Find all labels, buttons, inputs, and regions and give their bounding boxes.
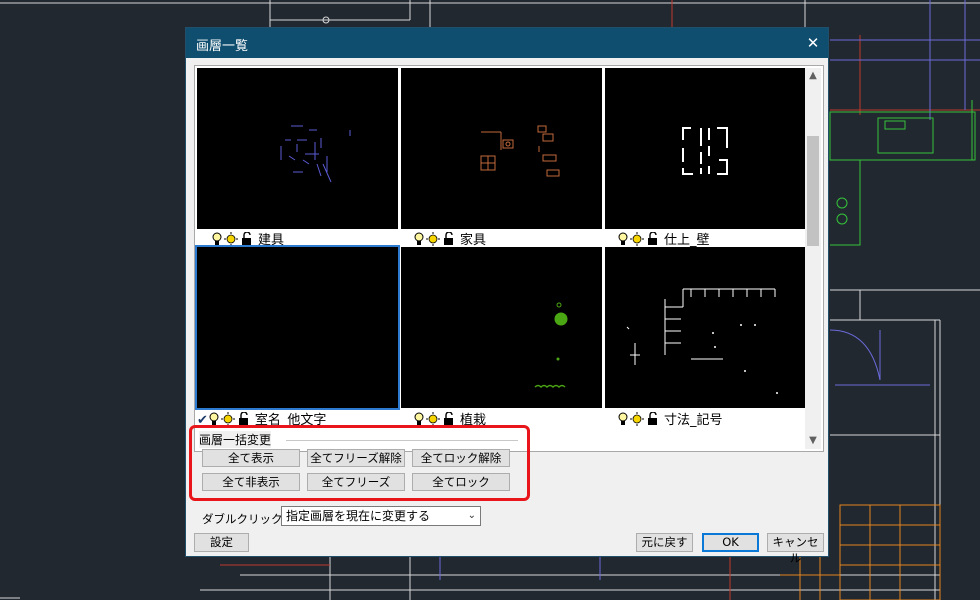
layer-list-dialog: 画層一覧 ✕ 建具 家具 仕上_壁 ✔ 室名_他文字 植栽 寸法_記号 ▲ ▼ …	[185, 27, 829, 565]
bulb-icon	[212, 232, 222, 245]
lock-icon	[444, 410, 453, 425]
lock-icon	[444, 230, 453, 245]
vertical-scrollbar[interactable]: ▲ ▼	[805, 68, 821, 449]
dialog-title: 画層一覧	[196, 39, 249, 54]
settings-button[interactable]: 設定	[194, 533, 249, 552]
layer-thumbnail-建具[interactable]	[197, 68, 398, 229]
layer-label-寸法_記号: 寸法_記号	[618, 409, 723, 430]
lock-icon	[238, 410, 248, 425]
bulb-icon	[414, 232, 424, 245]
red-highlight-box	[189, 425, 530, 501]
sun-icon	[220, 411, 235, 426]
bulb-icon	[618, 232, 628, 245]
layer-label-家具: 家具	[414, 229, 487, 248]
ok-button[interactable]: OK	[702, 533, 759, 552]
double-click-action-select[interactable]: 指定画層を現在に変更する ⌄	[281, 506, 481, 526]
close-button[interactable]: ✕	[798, 28, 828, 58]
chevron-down-icon: ⌄	[467, 510, 476, 521]
double-click-label: ダブルクリック:	[202, 512, 287, 526]
layer-name: 建具	[258, 233, 285, 248]
scrollbar-thumb[interactable]	[807, 136, 819, 246]
lock-icon	[648, 410, 657, 425]
layer-status-icons	[618, 410, 662, 430]
sun-icon	[426, 231, 440, 246]
layer-thumbnail-植栽[interactable]	[401, 247, 602, 408]
bulb-icon	[209, 412, 219, 425]
layer-thumbnail-家具[interactable]	[401, 68, 602, 229]
double-click-selected-value: 指定画層を現在に変更する	[286, 509, 431, 523]
undo-button[interactable]: 元に戻す	[636, 533, 693, 552]
layer-label-仕上_壁: 仕上_壁	[618, 229, 710, 248]
sun-icon	[630, 411, 644, 426]
layer-name: 仕上_壁	[664, 233, 710, 248]
bulb-icon	[414, 412, 424, 425]
sun-icon	[224, 231, 238, 246]
layer-thumbnail-寸法_記号[interactable]	[605, 247, 806, 408]
scroll-up-arrow-icon[interactable]: ▲	[805, 68, 821, 84]
layer-label-建具: 建具	[212, 229, 285, 248]
lock-icon	[242, 230, 251, 245]
layer-name: 家具	[460, 233, 487, 248]
layer-thumbnail-仕上_壁[interactable]	[605, 68, 806, 229]
layer-thumbnail-panel: 建具 家具 仕上_壁 ✔ 室名_他文字 植栽 寸法_記号 ▲ ▼	[194, 65, 824, 452]
sun-icon	[426, 411, 440, 426]
bulb-icon	[618, 412, 628, 425]
title-bar[interactable]: 画層一覧 ✕	[186, 28, 828, 58]
lock-icon	[648, 230, 657, 245]
cancel-button[interactable]: キャンセル	[767, 533, 824, 565]
scroll-down-arrow-icon[interactable]: ▼	[805, 433, 821, 449]
layer-name: 寸法_記号	[664, 413, 723, 428]
sun-icon	[630, 231, 644, 246]
layer-thumbnail-室名_他文字[interactable]	[195, 245, 400, 410]
